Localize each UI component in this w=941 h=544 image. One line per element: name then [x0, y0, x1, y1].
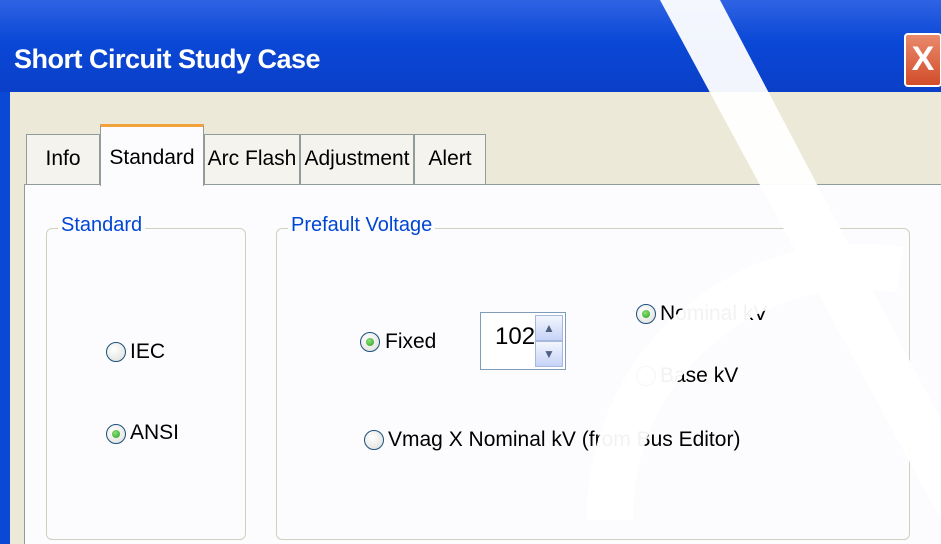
tab-alert[interactable]: Alert [414, 134, 486, 184]
fixed-voltage-spinner[interactable]: 102 ▲ ▼ [480, 312, 566, 370]
tab-label: Arc Flash [207, 147, 297, 170]
prefault-voltage-group [276, 228, 910, 540]
tab-info[interactable]: Info [26, 134, 100, 184]
fixed-label: Fixed [385, 330, 437, 353]
title-bar: Short Circuit Study Case [0, 0, 941, 92]
spin-up-button[interactable]: ▲ [535, 315, 563, 341]
tab-standard[interactable]: Standard [100, 124, 204, 186]
fixed-voltage-value: 102 [495, 323, 536, 350]
close-icon: X [911, 40, 935, 78]
fixed-radio[interactable] [360, 332, 380, 352]
close-button[interactable]: X [904, 33, 941, 87]
spin-down-button[interactable]: ▼ [535, 341, 563, 367]
window-frame [0, 92, 10, 544]
standard-group-title: Standard [58, 214, 146, 237]
base-kv-radio[interactable] [636, 366, 656, 386]
tab-label: Standard [109, 146, 195, 169]
ansi-radio[interactable] [106, 424, 126, 444]
base-kv-label: Base kV [660, 364, 739, 387]
tab-arc-flash[interactable]: Arc Flash [204, 134, 300, 184]
vmag-radio[interactable] [364, 430, 384, 450]
ansi-label: ANSI [130, 421, 180, 444]
down-arrow-icon: ▼ [543, 347, 555, 361]
standard-group [46, 228, 246, 540]
tab-label: Adjustment [304, 147, 410, 170]
prefault-group-title: Prefault Voltage [288, 214, 436, 237]
iec-radio[interactable] [106, 342, 126, 362]
up-arrow-icon: ▲ [543, 321, 555, 335]
tab-label: Info [45, 147, 81, 170]
tab-label: Alert [428, 147, 472, 170]
nominal-kv-label: Nominal kV [660, 302, 768, 325]
vmag-label: Vmag X Nominal kV (from Bus Editor) [388, 428, 741, 451]
window-title: Short Circuit Study Case [14, 44, 321, 74]
iec-label: IEC [130, 340, 166, 363]
tab-adjustment[interactable]: Adjustment [300, 134, 414, 184]
nominal-kv-radio[interactable] [636, 304, 656, 324]
